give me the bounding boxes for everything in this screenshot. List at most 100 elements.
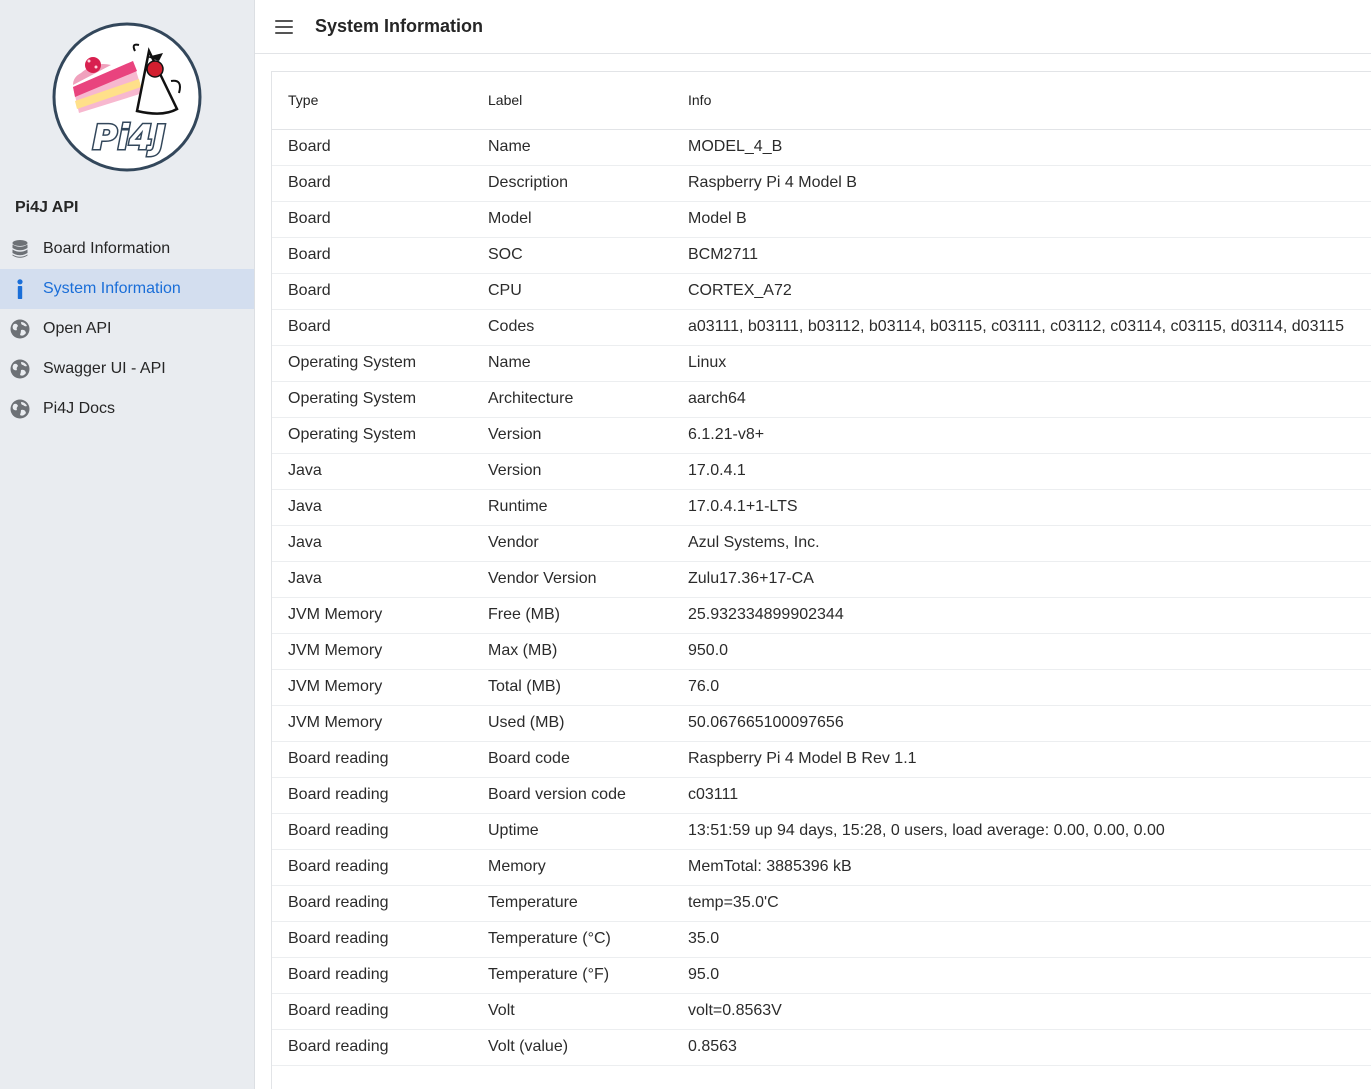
cell-type: Java	[272, 453, 472, 490]
logo: Pi4J	[0, 0, 254, 185]
cell-label: Free (MB)	[472, 597, 672, 634]
cell-info: 35.0	[672, 921, 1371, 958]
sidebar: Pi4J Pi4J API Board Information System I…	[0, 0, 255, 1089]
cell-info: 13:51:59 up 94 days, 15:28, 0 users, loa…	[672, 813, 1371, 850]
sidebar-item-system-information[interactable]: System Information	[0, 269, 254, 309]
pi4j-logo-icon: Pi4J	[52, 22, 202, 171]
cell-label: SOC	[472, 237, 672, 274]
sidebar-item-label: Open API	[43, 320, 112, 337]
database-icon	[10, 239, 30, 259]
sidebar-item-label: Swagger UI - API	[43, 360, 166, 377]
sidebar-item-board-information[interactable]: Board Information	[0, 229, 254, 269]
cell-type: Board reading	[272, 1029, 472, 1066]
cell-label: Model	[472, 201, 672, 238]
cell-label: Version	[472, 453, 672, 490]
cell-type: Board reading	[272, 849, 472, 886]
cell-label: Description	[472, 165, 672, 202]
cell-info: 76.0	[672, 669, 1371, 706]
cell-info: 25.932334899902344	[672, 597, 1371, 634]
app-title: Pi4J API	[15, 199, 79, 216]
cell-type: Board	[272, 201, 472, 238]
cell-label: Used (MB)	[472, 705, 672, 742]
table-row: Java Version 17.0.4.1	[272, 453, 1371, 490]
cell-label: Max (MB)	[472, 633, 672, 670]
cell-label: Temperature (°C)	[472, 921, 672, 958]
cell-info: Raspberry Pi 4 Model B Rev 1.1	[672, 741, 1371, 778]
table-row: Operating System Name Linux	[272, 345, 1371, 382]
cell-info: temp=35.0'C	[672, 885, 1371, 922]
cell-type: Operating System	[272, 381, 472, 418]
cell-type: JVM Memory	[272, 597, 472, 634]
cell-info: 17.0.4.1+1-LTS	[672, 489, 1371, 526]
cell-info: 6.1.21-v8+	[672, 417, 1371, 454]
hamburger-menu-icon[interactable]	[275, 17, 295, 37]
cell-info: 50.067665100097656	[672, 705, 1371, 742]
table-row: Board reading Volt volt=0.8563V	[272, 993, 1371, 1030]
system-info-table-card: Type Label Info Board Name MODEL_4_B Board D…	[271, 71, 1371, 1089]
cell-type: Board reading	[272, 921, 472, 958]
cell-info: Zulu17.36+17-CA	[672, 561, 1371, 598]
cell-type: Board reading	[272, 813, 472, 850]
cell-info: volt=0.8563V	[672, 993, 1371, 1030]
top-bar: System Information	[255, 0, 1371, 54]
table-row: Java Vendor Azul Systems, Inc.	[272, 525, 1371, 562]
table-row: Board reading Board version code c03111	[272, 777, 1371, 814]
column-header-info[interactable]: Info	[672, 72, 1371, 130]
cell-type: Board reading	[272, 885, 472, 922]
table-row: Board reading Uptime 13:51:59 up 94 days, …	[272, 813, 1371, 850]
cell-label: Temperature	[472, 885, 672, 922]
table-row: Board Name MODEL_4_B	[272, 129, 1371, 166]
cell-type: Board	[272, 309, 472, 346]
globe-icon	[10, 359, 30, 379]
cell-label: Version	[472, 417, 672, 454]
cell-type: Board reading	[272, 957, 472, 994]
column-header-label[interactable]: Label	[472, 72, 672, 130]
cell-label: Architecture	[472, 381, 672, 418]
cell-label: Memory	[472, 849, 672, 886]
cell-type: JVM Memory	[272, 705, 472, 742]
table-row: Board Description Raspberry Pi 4 Model B	[272, 165, 1371, 202]
table-row: Board Model Model B	[272, 201, 1371, 238]
globe-icon	[10, 319, 30, 339]
cell-info: 95.0	[672, 957, 1371, 994]
table-row: Board reading Board code Raspberry Pi 4 Mo…	[272, 741, 1371, 778]
table-row: Board CPU CORTEX_A72	[272, 273, 1371, 310]
cell-info: Linux	[672, 345, 1371, 382]
table-row: JVM Memory Free (MB) 25.932334899902344	[272, 597, 1371, 634]
table-row: Board reading Temperature (°C) 35.0	[272, 921, 1371, 958]
table-row: JVM Memory Used (MB) 50.067665100097656	[272, 705, 1371, 742]
cell-type: JVM Memory	[272, 633, 472, 670]
main-content: System Information Type Label Info Board…	[255, 0, 1371, 1089]
cell-info: c03111	[672, 777, 1371, 814]
cell-type: Board	[272, 129, 472, 166]
cell-info: Azul Systems, Inc.	[672, 525, 1371, 562]
table-row: Board Codes a03111, b03111, b03112, b03114…	[272, 309, 1371, 346]
cell-label: CPU	[472, 273, 672, 310]
cell-label: Uptime	[472, 813, 672, 850]
column-header-type[interactable]: Type	[272, 72, 472, 130]
table-row: Java Runtime 17.0.4.1+1-LTS	[272, 489, 1371, 526]
cell-type: Operating System	[272, 417, 472, 454]
cell-type: Board	[272, 273, 472, 310]
info-icon	[10, 279, 30, 299]
sidebar-item-swagger-ui-api[interactable]: Swagger UI - API	[0, 349, 254, 389]
cell-info: aarch64	[672, 381, 1371, 418]
sidebar-item-open-api[interactable]: Open API	[0, 309, 254, 349]
sidebar-item-pi4j-docs[interactable]: Pi4J Docs	[0, 389, 254, 429]
cell-label: Name	[472, 345, 672, 382]
svg-text:Pi4J: Pi4J	[93, 118, 166, 158]
table-row: Operating System Version 6.1.21-v8+	[272, 417, 1371, 454]
table-row: JVM Memory Total (MB) 76.0	[272, 669, 1371, 706]
cell-label: Total (MB)	[472, 669, 672, 706]
cell-type: Board	[272, 237, 472, 274]
cell-label: Name	[472, 129, 672, 166]
cell-type: Java	[272, 525, 472, 562]
sidebar-item-label: Board Information	[43, 240, 171, 257]
cell-type: Java	[272, 489, 472, 526]
table-header-row: Type Label Info	[272, 72, 1371, 130]
system-info-table: Type Label Info Board Name MODEL_4_B Board D…	[272, 72, 1371, 1066]
cell-info: MemTotal: 3885396 kB	[672, 849, 1371, 886]
cell-info: 0.8563	[672, 1029, 1371, 1066]
cell-info: CORTEX_A72	[672, 273, 1371, 310]
table-row: Board reading Volt (value) 0.8563	[272, 1029, 1371, 1066]
